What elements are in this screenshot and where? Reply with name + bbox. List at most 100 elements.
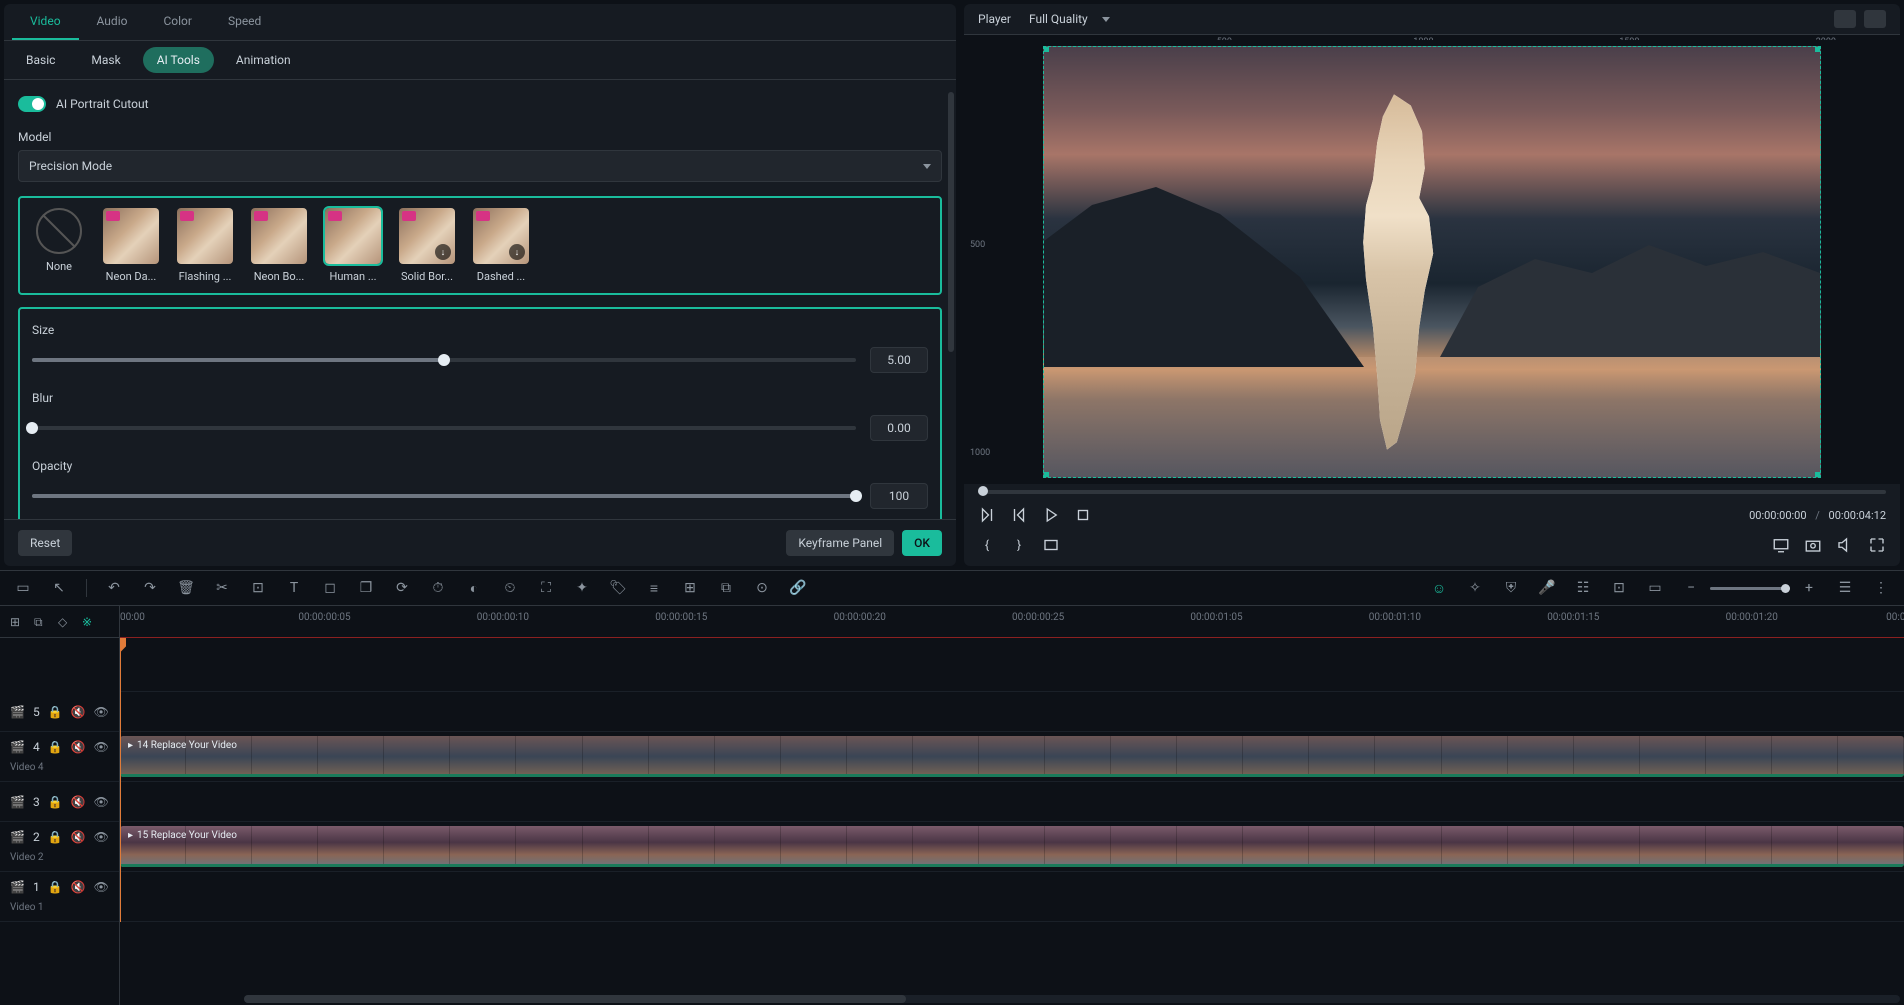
lock-icon[interactable]: 🔒 (48, 795, 63, 809)
select-tool-icon[interactable]: ▭ (14, 579, 32, 597)
settings-icon[interactable]: ⋮ (1872, 579, 1890, 597)
reset-button[interactable]: Reset (18, 530, 72, 556)
display-icon[interactable] (1772, 536, 1790, 554)
selection-handle[interactable] (1043, 46, 1049, 52)
toggle-icon[interactable]: ⊙ (753, 579, 771, 597)
shield-icon[interactable]: ⛨ (1502, 579, 1520, 597)
quality-select[interactable]: Full Quality (1029, 12, 1110, 26)
timeline-tracks[interactable]: 00:00 00:00:00:05 00:00:00:10 00:00:00:1… (120, 606, 1904, 1005)
rotate-icon[interactable]: ⟳ (393, 579, 411, 597)
track-header-3[interactable]: 🎬3 🔒 🔇 👁 (0, 782, 119, 822)
picture-icon[interactable] (1864, 10, 1886, 28)
track-4[interactable]: ▸14 Replace Your Video (120, 732, 1904, 782)
preset-neon-dash[interactable] (103, 208, 159, 264)
stop-icon[interactable] (1074, 506, 1092, 524)
ai-portrait-toggle[interactable] (18, 96, 46, 112)
link-icon[interactable]: 🔗 (789, 579, 807, 597)
text-icon[interactable]: T (285, 579, 303, 597)
crop-icon[interactable]: ⊡ (249, 579, 267, 597)
ratio-icon[interactable] (1042, 536, 1060, 554)
timeline-ruler[interactable]: 00:00 00:00:00:05 00:00:00:10 00:00:00:1… (120, 606, 1904, 638)
track-2[interactable]: ▸15 Replace Your Video (120, 822, 1904, 872)
tag-icon[interactable]: 🏷 (609, 579, 627, 597)
zoom-in-icon[interactable]: + (1800, 579, 1818, 597)
selection-handle[interactable] (1815, 46, 1821, 52)
fullscreen-icon[interactable] (1868, 536, 1886, 554)
tracks-link-icon[interactable]: ⧉ (34, 615, 48, 629)
mic-icon[interactable]: 🎤 (1538, 579, 1556, 597)
play-icon[interactable] (1042, 506, 1060, 524)
clip-15[interactable]: ▸15 Replace Your Video (120, 826, 1904, 867)
next-frame-icon[interactable] (1010, 506, 1028, 524)
preset-flashing[interactable] (177, 208, 233, 264)
volume-icon[interactable] (1836, 536, 1854, 554)
mute-icon[interactable]: 🔇 (71, 740, 86, 754)
subtab-mask[interactable]: Mask (77, 47, 134, 73)
person-cutout[interactable] (1324, 87, 1464, 457)
eye-icon[interactable]: 👁 (94, 740, 109, 754)
preset-neon-border[interactable] (251, 208, 307, 264)
tab-color[interactable]: Color (145, 4, 209, 40)
tab-video[interactable]: Video (12, 4, 79, 40)
tracks-marker-icon[interactable]: ◇ (58, 615, 72, 629)
subtab-aitools[interactable]: AI Tools (143, 47, 214, 73)
list-view-icon[interactable]: ☰ (1836, 579, 1854, 597)
blur-value[interactable]: 0.00 (870, 415, 928, 441)
track-header-2[interactable]: 🎬2 🔒 🔇 👁 Video 2 (0, 822, 119, 872)
timer-icon[interactable]: ⏲ (501, 579, 519, 597)
clip-14[interactable]: ▸14 Replace Your Video (120, 736, 1904, 777)
mute-icon[interactable]: 🔇 (71, 830, 86, 844)
zoom-out-icon[interactable]: − (1682, 579, 1700, 597)
tracks-expand-icon[interactable]: ⊞ (10, 615, 24, 629)
lock-icon[interactable]: 🔒 (48, 705, 63, 719)
keyframe-panel-button[interactable]: Keyframe Panel (786, 530, 894, 556)
canvas-frame[interactable] (1043, 46, 1821, 478)
tracks-magnet-icon[interactable]: ※ (82, 615, 96, 629)
layout-grid-icon[interactable] (1834, 10, 1856, 28)
effects-icon[interactable]: ✦ (573, 579, 591, 597)
track-header-1[interactable]: 🎬1 🔒 🔇 👁 Video 1 (0, 872, 119, 922)
playhead[interactable] (120, 638, 121, 922)
duplicate-icon[interactable]: ⧉ (717, 579, 735, 597)
eye-icon[interactable]: 👁 (94, 880, 109, 894)
adjust-icon[interactable]: ≡ (645, 579, 663, 597)
prev-frame-icon[interactable] (978, 506, 996, 524)
blur-slider[interactable] (32, 426, 856, 430)
layers-icon[interactable]: ❐ (357, 579, 375, 597)
undo-icon[interactable]: ↶ (105, 579, 123, 597)
eye-icon[interactable]: 👁 (94, 830, 109, 844)
player-scrubber[interactable] (978, 490, 1886, 494)
lock-icon[interactable]: 🔒 (48, 740, 63, 754)
preset-solid-border[interactable]: ↓ (399, 208, 455, 264)
zoom-slider[interactable] (1710, 587, 1790, 590)
cut-icon[interactable]: ✂ (213, 579, 231, 597)
tab-speed[interactable]: Speed (210, 4, 279, 40)
subtab-animation[interactable]: Animation (222, 47, 305, 73)
track-5[interactable] (120, 692, 1904, 732)
marker-out-icon[interactable]: } (1010, 536, 1028, 554)
player-stage[interactable]: 500 1000 (964, 40, 1900, 484)
opacity-value[interactable]: 100 (870, 483, 928, 509)
opacity-slider[interactable] (32, 494, 856, 498)
snapshot-icon[interactable] (1804, 536, 1822, 554)
preset-dashed[interactable]: ↓ (473, 208, 529, 264)
panel-scrollbar[interactable] (948, 92, 954, 352)
redo-icon[interactable]: ↷ (141, 579, 159, 597)
size-slider[interactable] (32, 358, 856, 362)
lock-icon[interactable]: 🔒 (48, 830, 63, 844)
enhance-icon[interactable]: ✧ (1466, 579, 1484, 597)
ok-button[interactable]: OK (902, 530, 942, 556)
size-value[interactable]: 5.00 (870, 347, 928, 373)
tab-audio[interactable]: Audio (79, 4, 146, 40)
subtitle-icon[interactable]: ☷ (1574, 579, 1592, 597)
caption-icon[interactable]: ▭ (1646, 579, 1664, 597)
track-header-5[interactable]: 🎬5 🔒 🔇 👁 (0, 692, 119, 732)
eye-icon[interactable]: 👁 (94, 795, 109, 809)
lock-icon[interactable]: 🔒 (48, 880, 63, 894)
fit-icon[interactable]: ⛶ (537, 579, 555, 597)
speed-icon[interactable]: ⏱ (429, 579, 447, 597)
eye-icon[interactable]: 👁 (94, 705, 109, 719)
marker-in-icon[interactable]: { (978, 536, 996, 554)
group-icon[interactable]: ⊞ (681, 579, 699, 597)
record-icon[interactable]: ⊡ (1610, 579, 1628, 597)
